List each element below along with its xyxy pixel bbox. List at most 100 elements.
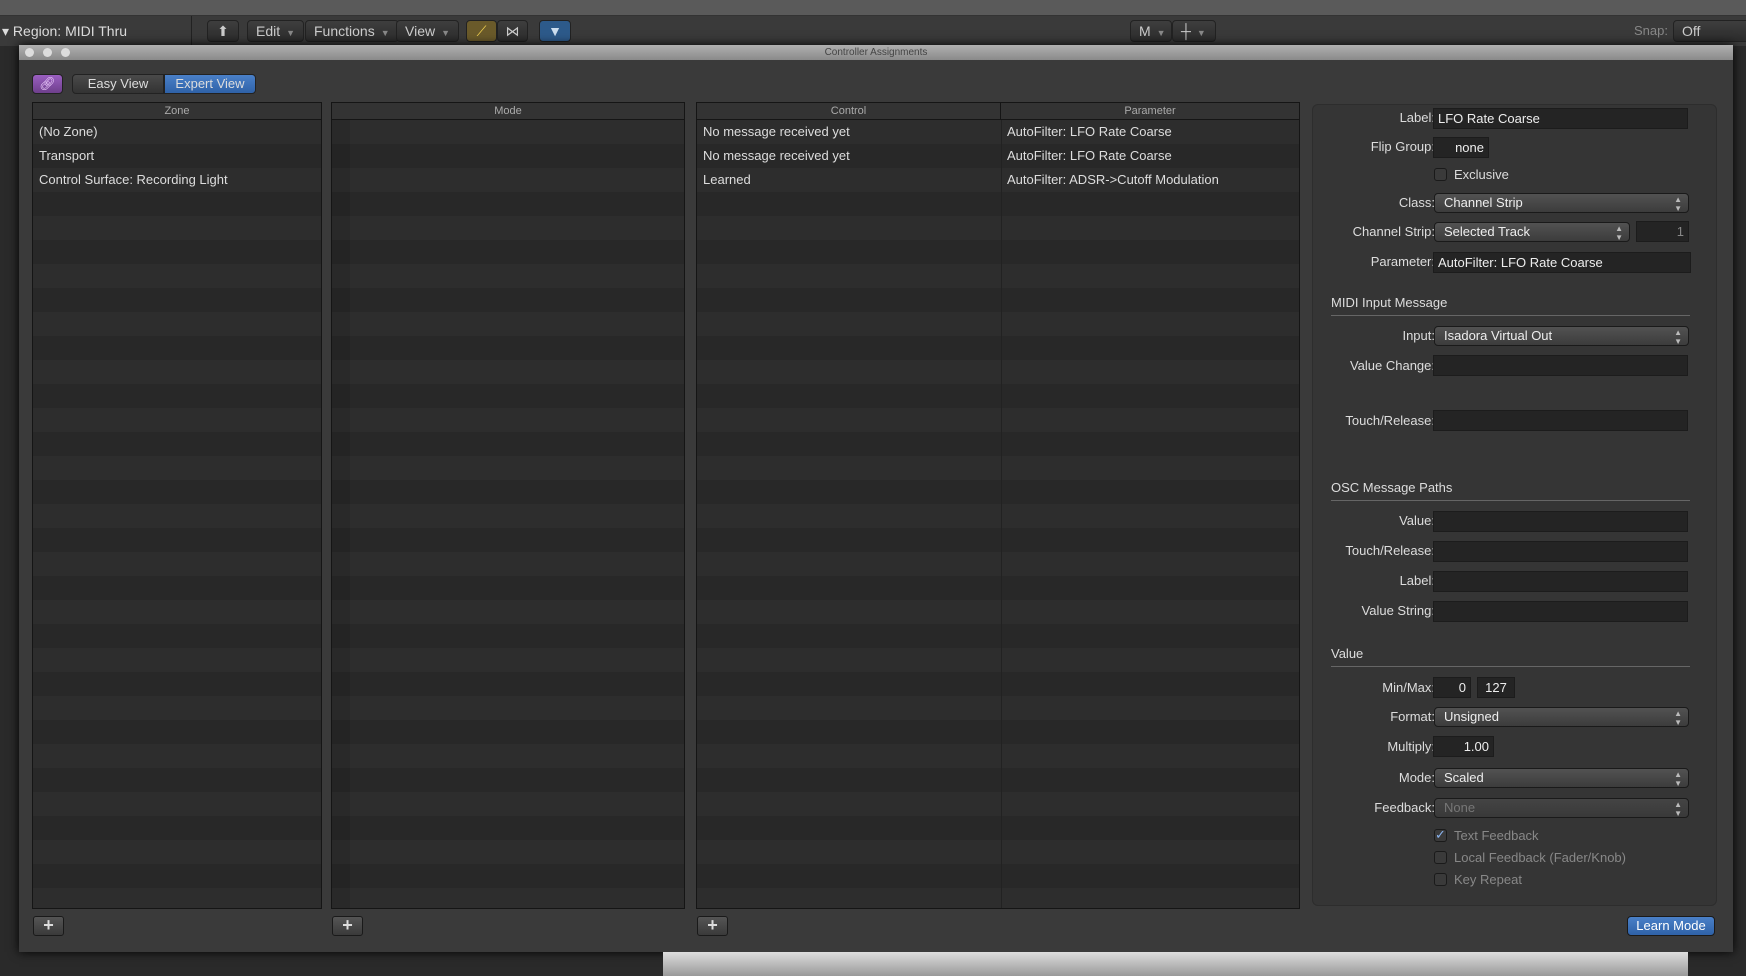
snap-label: Snap: (1634, 23, 1668, 38)
region-label[interactable]: ▾ Region: MIDI Thru (0, 16, 192, 46)
label-label: Label: (1399, 110, 1435, 125)
key-repeat-label: Key Repeat (1454, 872, 1522, 887)
mode-select[interactable]: Scaled ▲ ▼ (1434, 768, 1689, 788)
channel-strip-select[interactable]: Selected Track ▲ ▼ (1434, 222, 1630, 242)
chevron-down-icon: ▼ (441, 28, 451, 38)
link-icon: 🔗︎ (39, 76, 56, 91)
table-row[interactable]: No message received yet AutoFilter: LFO R… (697, 120, 1299, 144)
mode-header[interactable]: Mode (332, 103, 684, 120)
format-select[interactable]: Unsigned ▲ ▼ (1434, 707, 1689, 727)
automation-icon: ⟋ (476, 23, 487, 39)
parameter-header[interactable]: Parameter (1001, 103, 1299, 119)
zone-item[interactable]: Transport (33, 144, 321, 168)
table-row[interactable]: No message received yet AutoFilter: LFO R… (697, 144, 1299, 168)
key-repeat-checkbox[interactable] (1434, 873, 1447, 886)
controller-assignments-window: Controller Assignments 🔗︎ Easy View Expe… (19, 45, 1733, 952)
multiply-label: Multiply: (1387, 739, 1435, 754)
marquee-tool-m[interactable]: M ▼ (1130, 20, 1172, 42)
osc-value-string-field[interactable] (1433, 601, 1688, 622)
feedback-value: None (1444, 800, 1476, 815)
link-button[interactable]: 🔗︎ (32, 74, 63, 94)
parameter-cell: AutoFilter: LFO Rate Coarse (1007, 124, 1172, 139)
channel-strip-label: Channel Strip: (1352, 224, 1435, 239)
format-label: Format: (1390, 709, 1435, 724)
osc-value-field[interactable] (1433, 511, 1688, 532)
table-row[interactable]: Learned AutoFilter: ADSR->Cutoff Modulati… (697, 168, 1299, 192)
local-feedback-checkbox[interactable] (1434, 851, 1447, 864)
touch-release-field[interactable] (1433, 410, 1688, 431)
mode-list: Mode (331, 102, 685, 909)
zone-header[interactable]: Zone (33, 103, 321, 120)
osc-touch-release-field[interactable] (1433, 541, 1688, 562)
edit-menu[interactable]: Edit ▼ (247, 20, 305, 42)
feedback-select[interactable]: None ▲ ▼ (1434, 798, 1689, 818)
add-control-button[interactable]: + (697, 916, 728, 936)
osc-label-field[interactable] (1433, 571, 1688, 592)
zone-item[interactable]: (No Zone) (33, 120, 321, 144)
crosshair-icon: ┼ (1181, 23, 1191, 39)
background-scrollbar (663, 952, 1688, 976)
zone-item[interactable]: Control Surface: Recording Light (33, 168, 321, 192)
format-value: Unsigned (1444, 709, 1499, 724)
exclusive-checkbox[interactable] (1434, 168, 1447, 181)
parameter-field[interactable]: AutoFilter: LFO Rate Coarse (1433, 252, 1691, 273)
plus-icon: + (707, 915, 718, 935)
automation-button[interactable]: ⟋ (466, 20, 497, 42)
input-select[interactable]: Isadora Virtual Out ▲ ▼ (1434, 326, 1689, 346)
updown-arrows-icon: ▲ ▼ (1674, 709, 1682, 727)
view-label: View (405, 23, 436, 39)
mode-value: Scaled (1444, 770, 1484, 785)
updown-arrows-icon: ▲ ▼ (1674, 195, 1682, 213)
top-strip (0, 0, 1746, 16)
chevron-down-icon: ▼ (1196, 28, 1206, 38)
pointer-tool[interactable]: ┼ ▼ (1172, 20, 1216, 42)
min-field[interactable]: 0 (1433, 677, 1471, 698)
control-header[interactable]: Control (697, 103, 1001, 119)
multiply-field[interactable]: 1.00 (1433, 736, 1494, 757)
osc-label-label: Label: (1399, 573, 1435, 588)
snap-select[interactable]: Off (1673, 20, 1746, 42)
title-bar[interactable]: Controller Assignments (19, 45, 1733, 60)
control-cell: No message received yet (703, 124, 850, 139)
edit-label: Edit (256, 23, 281, 39)
chevron-down-icon: ▼ (286, 28, 296, 38)
parameter-cell: AutoFilter: LFO Rate Coarse (1007, 148, 1172, 163)
plus-icon: + (342, 915, 353, 935)
value-change-field[interactable] (1433, 355, 1688, 376)
up-arrow-button[interactable]: ⬆ (207, 20, 239, 42)
flip-group-field[interactable]: none (1433, 137, 1489, 158)
parameter-cell: AutoFilter: ADSR->Cutoff Modulation (1007, 172, 1219, 187)
zoom-button[interactable] (61, 48, 70, 57)
input-label: Input: (1402, 328, 1435, 343)
label-field[interactable]: LFO Rate Coarse (1433, 108, 1688, 129)
m-label: M (1139, 23, 1151, 39)
feedback-label: Feedback: (1374, 800, 1435, 815)
view-menu[interactable]: View ▼ (396, 20, 460, 42)
exclusive-label: Exclusive (1454, 167, 1509, 182)
learn-mode-button[interactable]: Learn Mode (1627, 916, 1715, 936)
osc-section-header: OSC Message Paths (1331, 480, 1690, 501)
text-feedback-label: Text Feedback (1454, 828, 1539, 843)
text-feedback-checkbox[interactable]: ✓ (1434, 827, 1447, 842)
channel-number-field[interactable]: 1 (1636, 221, 1689, 242)
class-select[interactable]: Channel Strip ▲ ▼ (1434, 193, 1689, 213)
filter-icon: ▼ (548, 23, 562, 39)
flex-button[interactable]: ⋈ (497, 20, 528, 42)
expert-view-button[interactable]: Expert View (164, 74, 256, 94)
osc-value-string-label: Value String: (1361, 603, 1435, 618)
easy-view-button[interactable]: Easy View (72, 74, 164, 94)
max-field[interactable]: 127 (1477, 677, 1515, 698)
minimize-button[interactable] (43, 48, 52, 57)
midi-in-button[interactable]: ▼ (539, 20, 571, 42)
add-mode-button[interactable]: + (332, 916, 363, 936)
close-button[interactable] (25, 48, 34, 57)
add-zone-button[interactable]: + (33, 916, 64, 936)
checkmark-icon: ✓ (1435, 827, 1446, 842)
control-cell: No message received yet (703, 148, 850, 163)
functions-menu[interactable]: Functions ▼ (305, 20, 399, 42)
zone-list: Zone (No Zone) Transport Control Surface… (32, 102, 322, 909)
inspector-panel: Label: LFO Rate Coarse Flip Group: none … (1312, 104, 1717, 906)
midi-input-section-header: MIDI Input Message (1331, 295, 1690, 316)
region-text: Region: MIDI Thru (12, 23, 128, 39)
value-change-label: Value Change: (1349, 358, 1435, 373)
